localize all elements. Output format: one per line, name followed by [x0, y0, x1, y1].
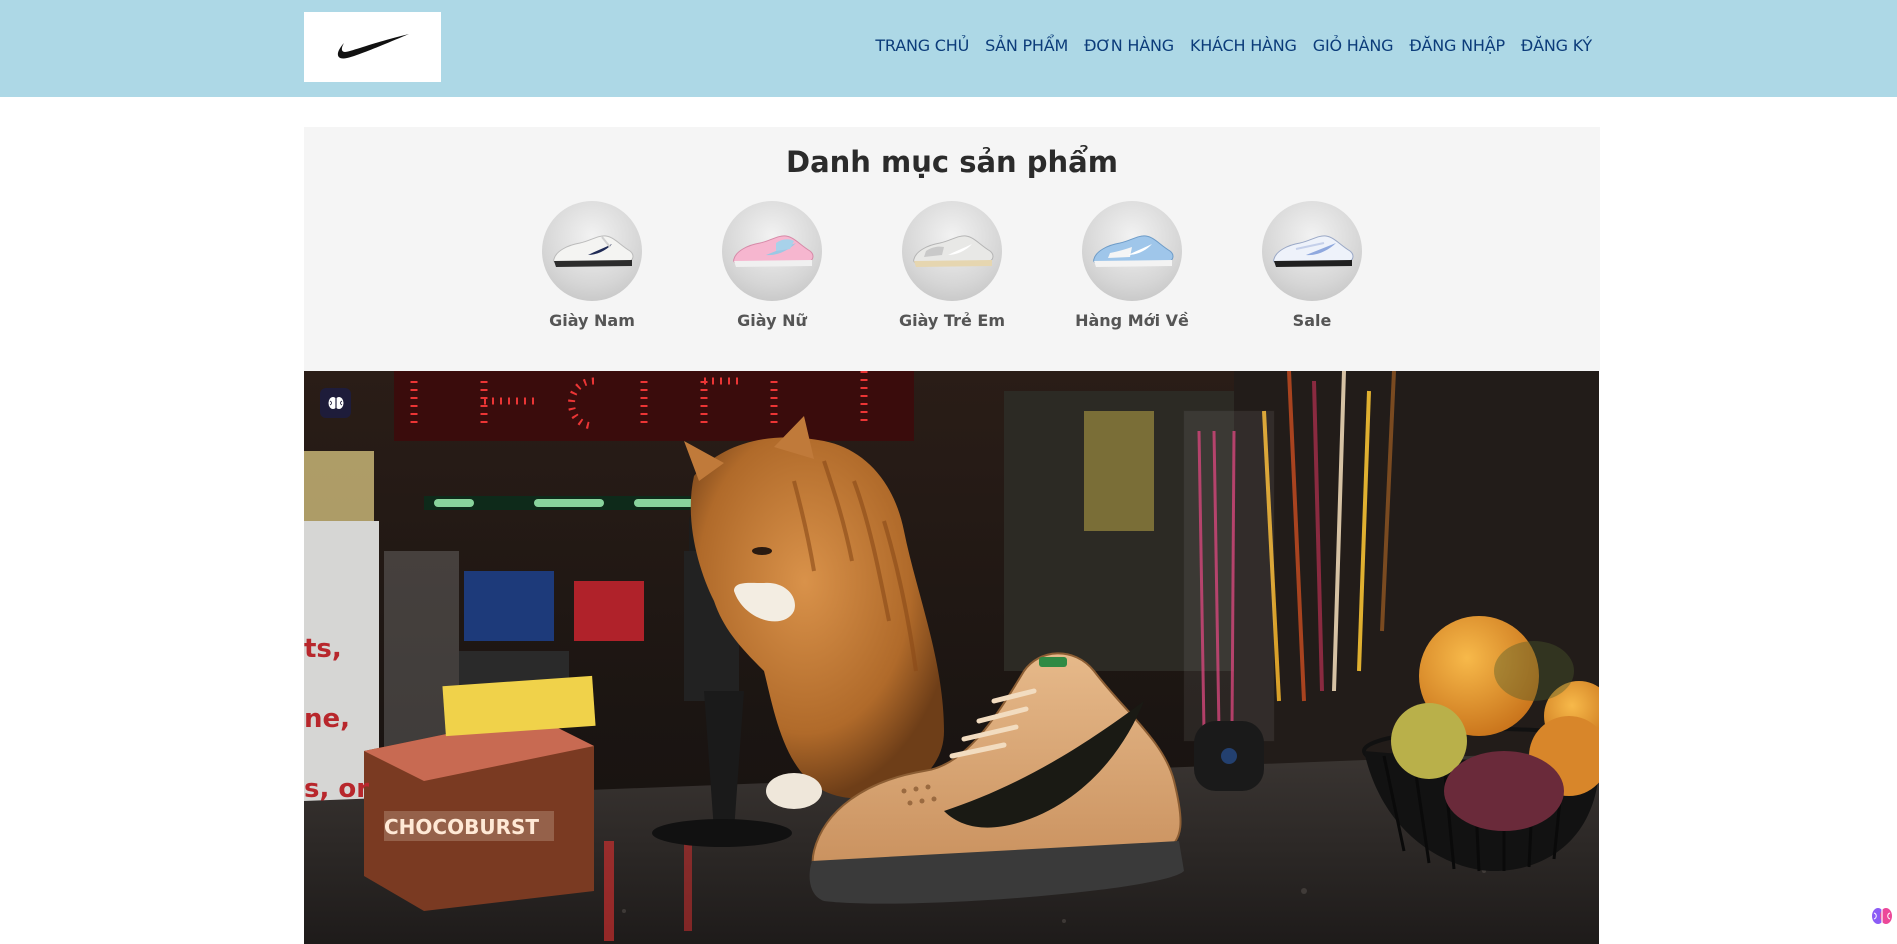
nav-customers[interactable]: KHÁCH HÀNG	[1190, 36, 1297, 55]
chocoburst-box-text: CHOCOBURST	[384, 815, 539, 839]
brain-icon	[328, 397, 343, 409]
hero-banner-image: CHOCOBURST ts, ne, s, or	[304, 371, 1599, 944]
category-men-label: Giày Nam	[549, 311, 635, 330]
category-women-image	[722, 201, 822, 301]
category-new-arrivals-label: Hàng Mới Về	[1075, 311, 1189, 330]
brain-extension-icon[interactable]	[1871, 905, 1893, 927]
svg-text:s, or: s, or	[304, 774, 369, 804]
nav-orders[interactable]: ĐƠN HÀNG	[1084, 36, 1174, 55]
svg-text:ne,: ne,	[304, 704, 350, 734]
category-sale-label: Sale	[1292, 311, 1332, 330]
nav-home[interactable]: TRANG CHỦ	[875, 36, 969, 55]
category-section: Danh mục sản phẩm Giày Nam Giày Nữ Giày …	[304, 127, 1600, 371]
main-nav: TRANG CHỦ SẢN PHẨM ĐƠN HÀNG KHÁCH HÀNG G…	[859, 36, 1592, 55]
nike-logo[interactable]	[304, 12, 441, 82]
sneaker-icon	[553, 235, 634, 267]
category-list: Giày Nam Giày Nữ Giày Trẻ Em Hàng Mới Về…	[304, 201, 1600, 330]
site-header: TRANG CHỦ SẢN PHẨM ĐƠN HÀNG KHÁCH HÀNG G…	[0, 0, 1897, 97]
sneaker-icon	[733, 235, 814, 267]
category-kids-label: Giày Trẻ Em	[899, 311, 1005, 330]
nav-register[interactable]: ĐĂNG KÝ	[1521, 36, 1592, 55]
category-men-image	[542, 201, 642, 301]
nav-products[interactable]: SẢN PHẨM	[985, 36, 1068, 55]
category-new-arrivals[interactable]: Hàng Mới Về	[1075, 201, 1189, 330]
category-sale[interactable]: Sale	[1262, 201, 1362, 330]
category-kids[interactable]: Giày Trẻ Em	[899, 201, 1005, 330]
sneaker-icon	[1093, 235, 1174, 267]
swoosh-icon	[337, 34, 409, 59]
sneaker-icon	[1273, 235, 1354, 267]
nav-cart[interactable]: GIỎ HÀNG	[1313, 36, 1394, 55]
hero-banner[interactable]: CHOCOBURST ts, ne, s, or	[304, 371, 1599, 944]
category-new-arrivals-image	[1082, 201, 1182, 301]
category-women[interactable]: Giày Nữ	[722, 201, 822, 330]
category-sale-image	[1262, 201, 1362, 301]
category-title: Danh mục sản phẩm	[786, 145, 1118, 179]
sneaker-icon	[913, 235, 994, 267]
brain-extension-glyph	[1872, 908, 1892, 924]
svg-text:ts,: ts,	[304, 634, 342, 664]
brain-badge[interactable]	[320, 388, 351, 418]
category-men[interactable]: Giày Nam	[542, 201, 642, 330]
category-women-label: Giày Nữ	[737, 311, 807, 330]
nav-login[interactable]: ĐĂNG NHẬP	[1409, 36, 1505, 55]
category-kids-image	[902, 201, 1002, 301]
